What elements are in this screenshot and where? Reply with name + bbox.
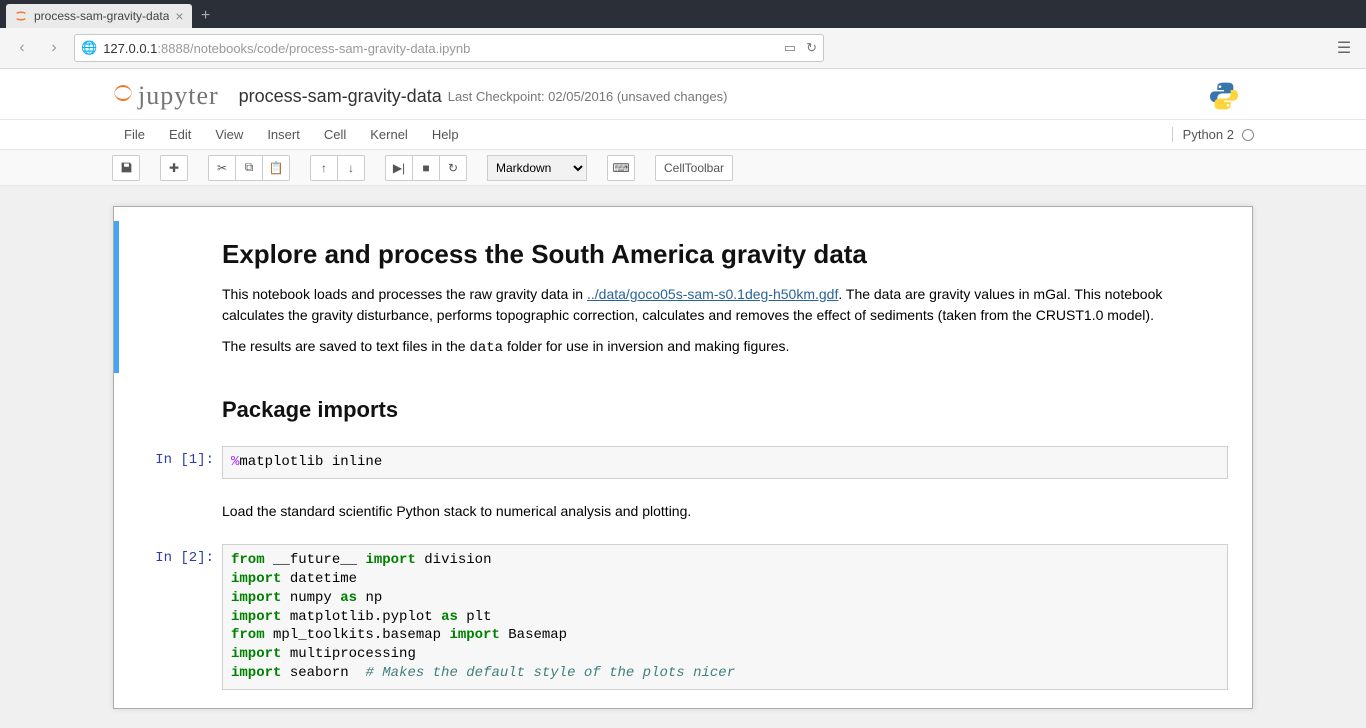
code-cell[interactable]: In [1]: %matplotlib inline <box>114 442 1252 483</box>
jupyter-favicon <box>14 9 28 23</box>
heading-2: Package imports <box>222 393 1228 426</box>
jupyter-header: jupyter process-sam-gravity-data Last Ch… <box>0 69 1366 119</box>
menu-kernel[interactable]: Kernel <box>358 127 420 142</box>
browser-nav-bar: ‹ › 🌐 127.0.0.1:8888/notebooks/code/proc… <box>0 28 1366 69</box>
url-port: :8888 <box>157 41 190 56</box>
notebook-name[interactable]: process-sam-gravity-data <box>239 86 442 107</box>
markdown-cell[interactable]: Load the standard scientific Python stac… <box>114 487 1252 536</box>
prompt <box>122 381 222 434</box>
move-down-button[interactable]: ↓ <box>337 155 365 181</box>
url-bar[interactable]: 🌐 127.0.0.1:8888/notebooks/code/process-… <box>74 34 824 62</box>
menu-edit[interactable]: Edit <box>157 127 203 142</box>
jupyter-logo-icon <box>112 82 134 104</box>
save-button[interactable] <box>112 155 140 181</box>
notebook-container: Explore and process the South America gr… <box>113 206 1253 709</box>
heading-1: Explore and process the South America gr… <box>222 235 1228 274</box>
browser-tab-title: process-sam-gravity-data <box>34 9 169 23</box>
insert-cell-button[interactable]: ✚ <box>160 155 188 181</box>
python-logo-icon <box>1208 80 1240 112</box>
toolbar: ✚ ✂ ⧉ 📋 ↑ ↓ ▶| ■ ↻ Markdown ⌨ CellToolba… <box>0 150 1366 186</box>
menu-help[interactable]: Help <box>420 127 471 142</box>
new-tab-button[interactable]: + <box>192 4 220 28</box>
code-input[interactable]: from __future__ import division import d… <box>222 544 1228 690</box>
markdown-cell[interactable]: Explore and process the South America gr… <box>114 221 1252 373</box>
kernel-indicator: Python 2 <box>1172 127 1254 142</box>
data-file-link[interactable]: ../data/goco05s-sam-s0.1deg-h50km.gdf <box>587 286 838 302</box>
notebook-scroll-area[interactable]: Explore and process the South America gr… <box>0 186 1366 728</box>
run-button[interactable]: ▶| <box>385 155 413 181</box>
prompt <box>122 491 222 532</box>
restart-button[interactable]: ↻ <box>439 155 467 181</box>
back-button[interactable]: ‹ <box>10 36 34 60</box>
command-palette-button[interactable]: ⌨ <box>607 155 635 181</box>
checkpoint-status: Last Checkpoint: 02/05/2016 (unsaved cha… <box>448 89 728 104</box>
menu-insert[interactable]: Insert <box>255 127 312 142</box>
forward-button[interactable]: › <box>42 36 66 60</box>
menu-bar: File Edit View Insert Cell Kernel Help P… <box>0 119 1366 150</box>
paragraph: This notebook loads and processes the ra… <box>222 284 1228 326</box>
copy-button[interactable]: ⧉ <box>235 155 263 181</box>
paragraph: Load the standard scientific Python stac… <box>222 501 1228 522</box>
tab-close-icon[interactable]: × <box>175 9 183 23</box>
reload-icon[interactable]: ↻ <box>806 40 817 56</box>
globe-icon: 🌐 <box>81 40 97 56</box>
reader-mode-icon[interactable]: ▭ <box>784 40 796 56</box>
cell-toolbar-button[interactable]: CellToolbar <box>655 155 733 181</box>
browser-tab[interactable]: process-sam-gravity-data × <box>6 4 192 28</box>
code-cell[interactable]: In [2]: from __future__ import division … <box>114 540 1252 694</box>
url-path: /notebooks/code/process-sam-gravity-data… <box>190 41 470 56</box>
menu-file[interactable]: File <box>112 127 157 142</box>
cut-button[interactable]: ✂ <box>208 155 236 181</box>
browser-menu-icon[interactable]: ☰ <box>1332 38 1356 58</box>
input-prompt: In [1]: <box>122 446 222 479</box>
menu-view[interactable]: View <box>203 127 255 142</box>
cell-type-select[interactable]: Markdown <box>487 155 587 181</box>
code-input[interactable]: %matplotlib inline <box>222 446 1228 479</box>
jupyter-page: jupyter process-sam-gravity-data Last Ch… <box>0 69 1366 728</box>
interrupt-button[interactable]: ■ <box>412 155 440 181</box>
jupyter-logo-text: jupyter <box>138 81 219 111</box>
move-up-button[interactable]: ↑ <box>310 155 338 181</box>
paragraph: The results are saved to text files in t… <box>222 336 1228 359</box>
markdown-cell[interactable]: Package imports <box>114 377 1252 438</box>
url-host: 127.0.0.1 <box>103 41 157 56</box>
jupyter-logo[interactable]: jupyter <box>112 81 219 111</box>
prompt <box>122 225 222 369</box>
browser-tab-strip: process-sam-gravity-data × + <box>0 0 1366 28</box>
paste-button[interactable]: 📋 <box>262 155 290 181</box>
menu-cell[interactable]: Cell <box>312 127 358 142</box>
kernel-name: Python 2 <box>1183 127 1234 142</box>
input-prompt: In [2]: <box>122 544 222 690</box>
kernel-status-icon <box>1242 129 1254 141</box>
